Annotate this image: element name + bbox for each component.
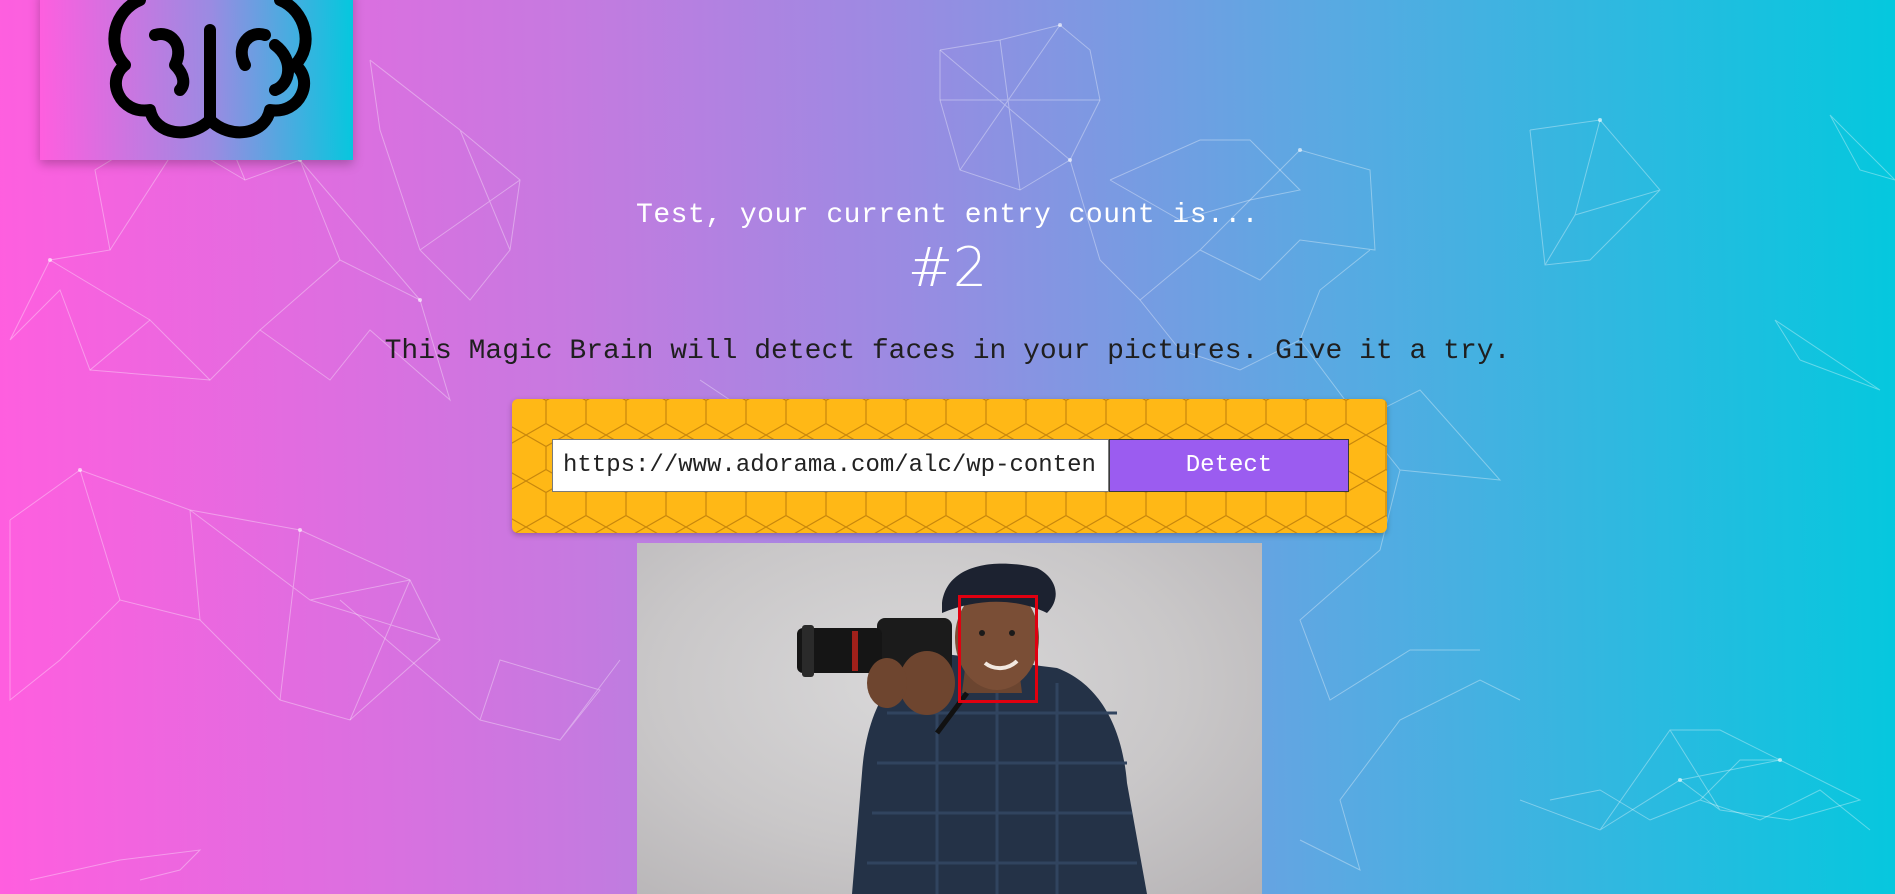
brain-logo-card[interactable] — [40, 0, 353, 160]
image-url-form: Detect — [512, 399, 1387, 533]
face-bounding-box — [958, 595, 1038, 703]
entry-count-message: Test, your current entry count is... — [636, 200, 1259, 231]
photographer-photo — [797, 563, 1147, 894]
brain-icon — [108, 0, 312, 139]
result-image — [637, 543, 1262, 894]
entry-count-value: #2 — [907, 236, 988, 299]
app-description: This Magic Brain will detect faces in yo… — [384, 336, 1511, 367]
detect-button[interactable]: Detect — [1109, 439, 1349, 492]
image-url-input[interactable] — [552, 439, 1109, 492]
